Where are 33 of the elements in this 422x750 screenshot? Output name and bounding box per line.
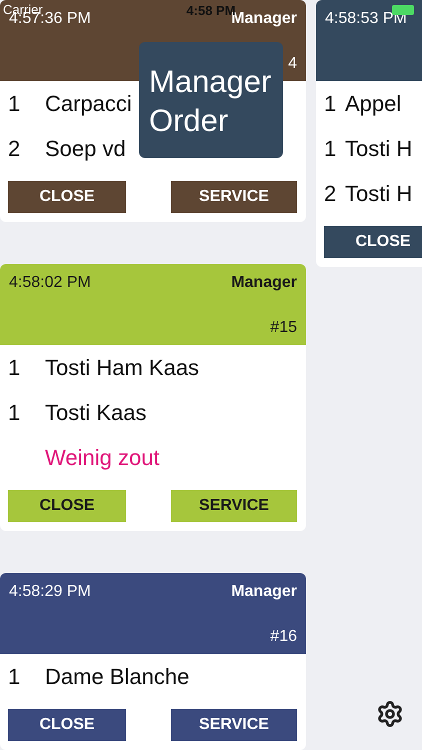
item-quantity: 1: [323, 90, 338, 116]
item-name: Tosti Ham Kaas: [45, 354, 200, 380]
service-button[interactable]: SERVICE: [171, 709, 297, 741]
item-quantity: 1: [7, 354, 22, 380]
close-button[interactable]: CLOSE: [8, 181, 126, 213]
item-quantity: 1: [7, 400, 22, 426]
service-button[interactable]: SERVICE: [171, 490, 297, 522]
waiter-name: Manager: [231, 583, 297, 601]
item-quantity: 1: [323, 136, 338, 162]
item-quantity: 1: [7, 90, 22, 116]
service-button[interactable]: SERVICE: [171, 181, 297, 213]
item-quantity: 2: [7, 136, 22, 162]
item-name: Tosti H: [345, 136, 412, 162]
close-button[interactable]: CLOSE: [8, 709, 126, 741]
item-name: Carpacci: [45, 90, 132, 116]
item-name: Tosti Kaas: [45, 400, 146, 426]
order-time: 4:58:02 PM: [9, 274, 91, 292]
item-name: Tosti H: [345, 180, 412, 206]
item-quantity: 2: [323, 180, 338, 206]
order-time: 4:58:29 PM: [9, 583, 91, 601]
settings-icon[interactable]: [376, 700, 404, 728]
close-button[interactable]: CLOSE: [324, 226, 422, 258]
toast-message: Manager Order: [139, 42, 283, 158]
item-quantity: 1: [7, 664, 22, 690]
order-number: #16: [270, 628, 297, 646]
close-button[interactable]: CLOSE: [8, 490, 126, 522]
item-name: Dame Blanche: [45, 664, 190, 690]
item-name: Soep vd: [45, 136, 126, 162]
order-number: #15: [270, 319, 297, 337]
order-number: 4: [288, 55, 297, 73]
waiter-name: Manager: [231, 274, 297, 292]
order-note: Weinig zout: [45, 444, 160, 470]
item-name: Appel: [345, 90, 402, 116]
